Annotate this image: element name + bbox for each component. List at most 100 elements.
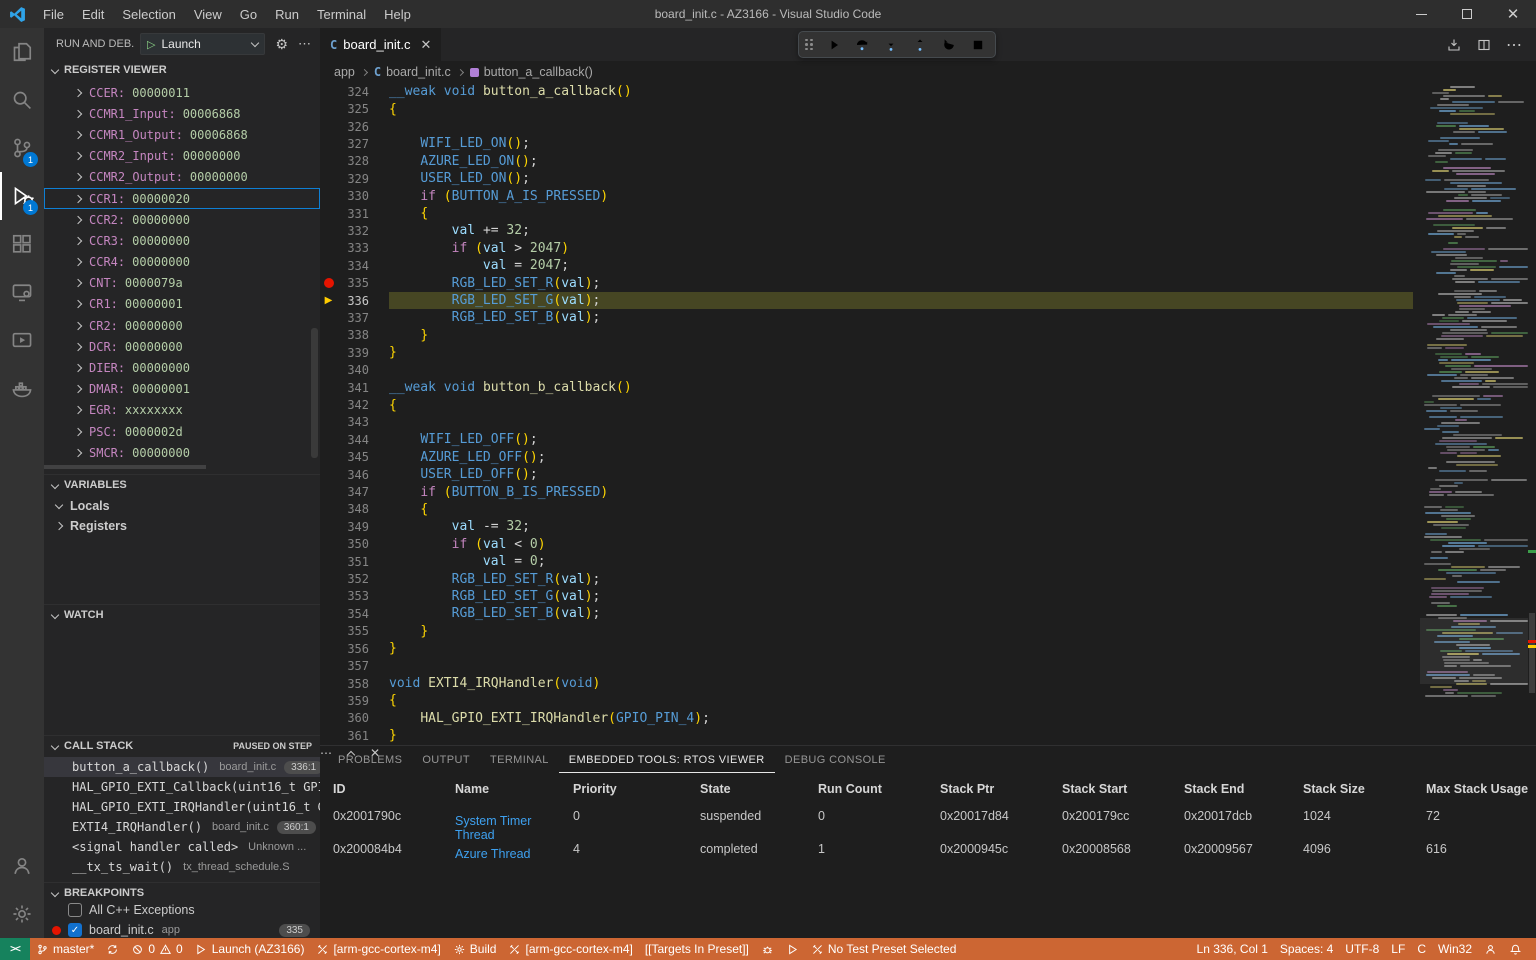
code-line[interactable]: 340 — [320, 362, 1413, 379]
drag-handle[interactable] — [805, 39, 813, 51]
status-test-preset[interactable]: No Test Preset Selected — [805, 938, 963, 960]
activity-item-remote-explorer[interactable] — [0, 268, 44, 316]
register-cr2[interactable]: CR2:00000000 — [44, 315, 320, 336]
status-notifications[interactable] — [1503, 938, 1528, 960]
code-line[interactable]: 359{ — [320, 692, 1413, 709]
status-build-kit[interactable]: [arm-gcc-cortex-m4] — [502, 938, 638, 960]
code-line[interactable]: 343 — [320, 414, 1413, 431]
section-watch[interactable]: WATCH — [44, 604, 320, 624]
cell[interactable]: Azure Thread — [455, 842, 573, 861]
tab-close-icon[interactable]: ✕ — [420, 37, 431, 53]
code-line[interactable]: 342{ — [320, 396, 1413, 413]
status-sync[interactable] — [100, 938, 125, 960]
activity-item-search[interactable] — [0, 76, 44, 124]
status-launch-target[interactable]: Launch (AZ3166) — [189, 938, 311, 960]
code-line[interactable]: 350 if (val < 0) — [320, 536, 1413, 553]
maximize-button[interactable] — [1444, 0, 1490, 28]
stack-frame[interactable]: <signal handler called>Unknown ... — [44, 837, 320, 857]
activity-item-embedded-tools[interactable] — [0, 316, 44, 364]
panel-tab-problems[interactable]: PROBLEMS — [328, 746, 412, 773]
code-line[interactable]: 344 WIFI_LED_OFF(); — [320, 431, 1413, 448]
code-line[interactable]: 327 WIFI_LED_ON(); — [320, 135, 1413, 152]
tab-board-init-c[interactable]: C board_init.c ✕ — [320, 28, 441, 61]
split-editor-icon[interactable] — [1476, 37, 1492, 53]
stack-frame[interactable]: HAL_GPIO_EXTI_Callback(uint16_t GPIO_P — [44, 777, 320, 797]
code-line[interactable]: 338 } — [320, 327, 1413, 344]
code-line[interactable]: ▶336 RGB_LED_SET_G(val); — [320, 292, 1413, 309]
step-out-button[interactable] — [909, 34, 931, 56]
status-cursor-position[interactable]: Ln 336, Col 1 — [1191, 938, 1274, 960]
activity-item-extensions[interactable] — [0, 220, 44, 268]
status-debug-target[interactable] — [755, 938, 780, 960]
section-call-stack[interactable]: CALL STACK PAUSED ON STEP — [44, 735, 320, 755]
editor-more-actions-icon[interactable]: ⋯ — [1506, 35, 1522, 55]
code-line[interactable]: 326 — [320, 118, 1413, 135]
code-line[interactable]: 349 val -= 32; — [320, 518, 1413, 535]
code-line[interactable]: 339} — [320, 344, 1413, 361]
restart-button[interactable] — [938, 34, 960, 56]
register-dier[interactable]: DIER:00000000 — [44, 357, 320, 378]
activity-item-run-and-debug[interactable]: 1 — [0, 172, 44, 220]
menu-view[interactable]: View — [185, 0, 231, 28]
status-language-mode[interactable]: C — [1411, 938, 1432, 960]
activity-item-settings[interactable] — [0, 890, 44, 938]
register-cnt[interactable]: CNT:0000079a — [44, 273, 320, 294]
register-dmar[interactable]: DMAR:00000001 — [44, 379, 320, 400]
breadcrumb-item[interactable]: app — [334, 65, 355, 79]
minimap[interactable] — [1420, 83, 1528, 745]
panel-tab-embedded-tools-rtos-viewer[interactable]: EMBEDDED TOOLS: RTOS VIEWER — [559, 746, 775, 773]
code-line[interactable]: 346 USER_LED_OFF(); — [320, 466, 1413, 483]
variables-item-registers[interactable]: Registers — [44, 516, 320, 536]
activity-item-accounts[interactable] — [0, 842, 44, 890]
code-line[interactable]: 341__weak void button_b_callback() — [320, 379, 1413, 396]
panel-tab-debug-console[interactable]: DEBUG CONSOLE — [775, 746, 896, 773]
minimap-slider[interactable] — [1420, 618, 1528, 684]
code-line[interactable]: 334 val = 2047; — [320, 257, 1413, 274]
download-icon[interactable] — [1446, 37, 1462, 53]
horizontal-scrollbar[interactable] — [44, 465, 206, 469]
register-ccmr2_input[interactable]: CCMR2_Input:00000000 — [44, 146, 320, 167]
register-psc[interactable]: PSC:0000002d — [44, 421, 320, 442]
table-row[interactable]: 0x200084b4Azure Thread4completed10x20009… — [333, 842, 1536, 875]
code-line[interactable]: 361} — [320, 727, 1413, 744]
code-line[interactable]: 337 RGB_LED_SET_B(val); — [320, 309, 1413, 326]
register-ccmr1_input[interactable]: CCMR1_Input:00006868 — [44, 103, 320, 124]
register-ccr3[interactable]: CCR3:00000000 — [44, 230, 320, 251]
menu-help[interactable]: Help — [375, 0, 420, 28]
status-encoding[interactable]: UTF-8 — [1339, 938, 1385, 960]
menu-run[interactable]: Run — [266, 0, 308, 28]
code-line[interactable]: 335 RGB_LED_SET_R(val); — [320, 274, 1413, 291]
code-line[interactable]: 331 { — [320, 205, 1413, 222]
code-line[interactable]: 328 AZURE_LED_ON(); — [320, 153, 1413, 170]
code-line[interactable]: 352 RGB_LED_SET_R(val); — [320, 570, 1413, 587]
code-line[interactable]: 324__weak void button_a_callback() — [320, 83, 1413, 100]
code-line[interactable]: 357 — [320, 657, 1413, 674]
more-actions-icon[interactable]: ⋯ — [298, 36, 312, 52]
launch-config-dropdown[interactable]: ▷ Launch — [140, 33, 265, 55]
status-platform[interactable]: Win32 — [1432, 938, 1478, 960]
status-problems[interactable]: 00 — [125, 938, 188, 960]
variables-item-locals[interactable]: Locals — [44, 496, 320, 516]
stack-frame[interactable]: HAL_GPIO_EXTI_IRQHandler(uint16_t GPIO — [44, 797, 320, 817]
stack-frame[interactable]: EXTI4_IRQHandler()board_init.c360:1 — [44, 817, 320, 837]
status-feedback[interactable] — [1478, 938, 1503, 960]
breakpoint-checkbox[interactable] — [68, 903, 82, 917]
status-git-branch[interactable]: master* — [30, 938, 100, 960]
minimize-button[interactable] — [1398, 0, 1444, 28]
menu-go[interactable]: Go — [231, 0, 266, 28]
status-eol[interactable]: LF — [1385, 938, 1411, 960]
register-ccer[interactable]: CCER:00000011 — [44, 82, 320, 103]
register-smcr[interactable]: SMCR:00000000 — [44, 442, 320, 463]
code-line[interactable]: 351 val = 0; — [320, 553, 1413, 570]
step-into-button[interactable] — [880, 34, 902, 56]
code-line[interactable]: 356} — [320, 640, 1413, 657]
table-row[interactable]: 0x2001790cSystem Timer Thread0suspended0… — [333, 809, 1536, 842]
menu-file[interactable]: File — [34, 0, 73, 28]
vertical-scrollbar[interactable] — [311, 328, 318, 458]
remote-indicator[interactable]: >< — [0, 938, 30, 960]
code-line[interactable]: 348 { — [320, 501, 1413, 518]
register-egr[interactable]: EGR:xxxxxxxx — [44, 400, 320, 421]
register-dcr[interactable]: DCR:00000000 — [44, 336, 320, 357]
register-ccmr1_output[interactable]: CCMR1_Output:00006868 — [44, 124, 320, 145]
breakpoint-icon[interactable] — [324, 278, 334, 288]
